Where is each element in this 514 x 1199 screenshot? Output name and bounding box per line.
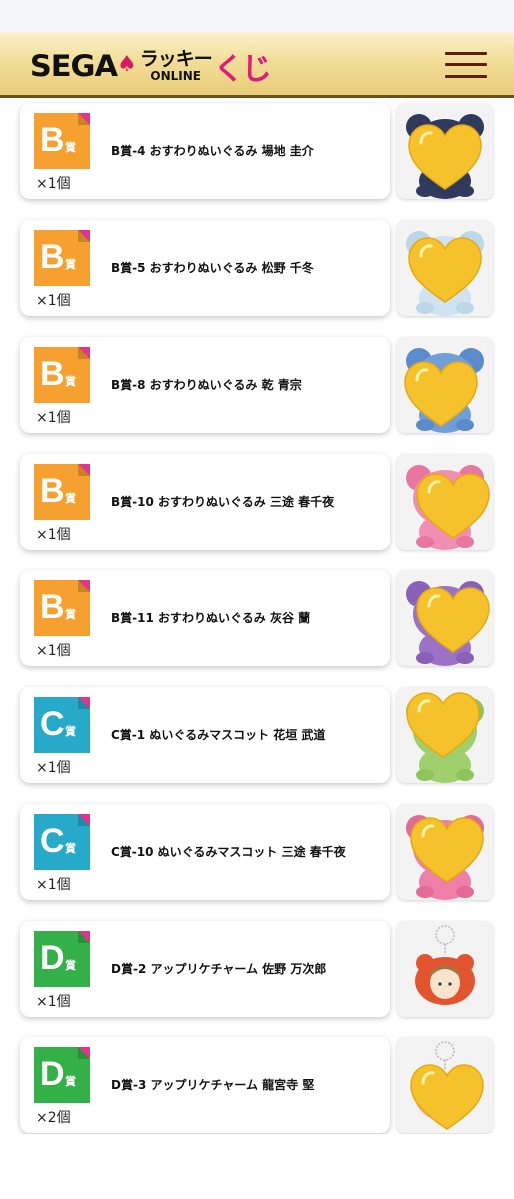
grade-suffix: 賞 (65, 725, 76, 738)
prize-list: B 賞 ×1個 B賞-4 おすわりぬいぐるみ 場地 圭介 B 賞 ×1個 B賞-5 おすわりぬ… (0, 101, 514, 1134)
grade-badge: C賞 (34, 814, 90, 870)
status-bar (0, 0, 514, 32)
prize-card[interactable]: D 賞 ×1個 D賞-2 アップリケチャーム 佐野 万次郎 (20, 921, 390, 1017)
page-bottom (0, 1134, 514, 1199)
logo-online-text: ONLINE (150, 69, 201, 83)
mascot-green-bear-image (397, 687, 493, 783)
grade-suffix: 賞 (65, 1075, 76, 1088)
prize-row[interactable]: B 賞 ×1個 B賞-11 おすわりぬいぐるみ 灰谷 蘭 (0, 570, 514, 667)
prize-quantity: ×1個 (36, 410, 71, 426)
grade-suffix: 賞 (65, 141, 76, 154)
prize-thumbnail[interactable] (397, 804, 493, 900)
grade-suffix: 賞 (65, 375, 76, 388)
prize-thumbnail[interactable] (397, 570, 493, 666)
grade-letter: B (40, 588, 65, 626)
prize-row[interactable]: D 賞 ×1個 D賞-2 アップリケチャーム 佐野 万次郎 (0, 921, 514, 1018)
charm-orange-bear-image (397, 921, 493, 1017)
plush-navy-bear-image (397, 103, 493, 199)
sega-lucky-kuji-logo[interactable]: SEGA ♠ ラッキー ONLINE くじ (29, 48, 272, 87)
grade-letter: B (40, 472, 65, 510)
prize-thumbnail[interactable] (397, 103, 493, 199)
prize-quantity: ×1個 (36, 176, 71, 192)
prize-card[interactable]: C 賞 ×1個 C賞-1 ぬいぐるみマスコット 花垣 武道 (20, 687, 390, 783)
prize-row[interactable]: D 賞 ×2個 D賞-3 アップリケチャーム 龍宮寺 堅 (0, 1037, 514, 1134)
prize-row[interactable]: B 賞 ×1個 B賞-10 おすわりぬいぐるみ 三途 春千夜 (0, 454, 514, 551)
grade-letter: B (40, 121, 65, 159)
grade-letter: C (40, 705, 65, 743)
prize-name: B賞-5 おすわりぬいぐるみ 松野 千冬 (111, 261, 314, 275)
grade-suffix: 賞 (65, 959, 76, 972)
plush-pink-bear-image (397, 454, 493, 550)
prize-thumbnail[interactable] (397, 220, 493, 316)
prize-thumbnail[interactable] (397, 921, 493, 1017)
prize-card[interactable]: B 賞 ×1個 B賞-8 おすわりぬいぐるみ 乾 青宗 (20, 337, 390, 433)
grade-badge: D賞 (34, 931, 90, 987)
prize-row[interactable]: B 賞 ×1個 B賞-8 おすわりぬいぐるみ 乾 青宗 (0, 337, 514, 434)
grade-badge: B賞 (34, 464, 90, 520)
grade-badge: B賞 (34, 580, 90, 636)
logo-brand: SEGA (29, 49, 118, 83)
mascot-pink-bear-image (397, 804, 493, 900)
prize-thumbnail[interactable] (397, 337, 493, 433)
site-header: SEGA ♠ ラッキー ONLINE くじ (0, 32, 514, 98)
prize-card[interactable]: B 賞 ×1個 B賞-4 おすわりぬいぐるみ 場地 圭介 (20, 103, 390, 199)
prize-quantity: ×1個 (36, 643, 71, 659)
prize-row[interactable]: C 賞 ×1個 C賞-10 ぬいぐるみマスコット 三途 春千夜 (0, 804, 514, 901)
grade-badge: D賞 (34, 1047, 90, 1103)
prize-quantity: ×1個 (36, 293, 71, 309)
prize-quantity: ×1個 (36, 994, 71, 1010)
prize-card[interactable]: B 賞 ×1個 B賞-11 おすわりぬいぐるみ 灰谷 蘭 (20, 570, 390, 666)
grade-suffix: 賞 (65, 258, 76, 271)
prize-card[interactable]: B 賞 ×1個 B賞-10 おすわりぬいぐるみ 三途 春千夜 (20, 454, 390, 550)
prize-name: C賞-1 ぬいぐるみマスコット 花垣 武道 (111, 728, 326, 742)
grade-badge: B賞 (34, 347, 90, 403)
prize-quantity: ×1個 (36, 760, 71, 776)
prize-thumbnail[interactable] (397, 1037, 493, 1133)
logo-kuji-text: くじ (213, 52, 272, 87)
grade-letter: B (40, 238, 65, 276)
plush-purple-bear-image (397, 570, 493, 666)
prize-thumbnail[interactable] (397, 687, 493, 783)
logo-lucky-text: ラッキー (139, 48, 213, 70)
spade-icon: ♠ (116, 51, 137, 77)
grade-letter: D (40, 939, 65, 977)
grade-badge: B賞 (34, 113, 90, 169)
prize-thumbnail[interactable] (397, 454, 493, 550)
prize-row[interactable]: B 賞 ×1個 B賞-5 おすわりぬいぐるみ 松野 千冬 (0, 220, 514, 317)
prize-name: B賞-11 おすわりぬいぐるみ 灰谷 蘭 (111, 611, 311, 625)
prize-name: D賞-3 アップリケチャーム 龍宮寺 堅 (111, 1078, 315, 1092)
prize-row[interactable]: C 賞 ×1個 C賞-1 ぬいぐるみマスコット 花垣 武道 (0, 687, 514, 784)
grade-letter: C (40, 822, 65, 860)
grade-suffix: 賞 (65, 492, 76, 505)
prize-row[interactable]: B 賞 ×1個 B賞-4 おすわりぬいぐるみ 場地 圭介 (0, 103, 514, 200)
plush-blue-bear-image (397, 337, 493, 433)
prize-card[interactable]: D 賞 ×2個 D賞-3 アップリケチャーム 龍宮寺 堅 (20, 1037, 390, 1133)
prize-name: B賞-8 おすわりぬいぐるみ 乾 青宗 (111, 378, 302, 392)
hamburger-menu-icon[interactable] (445, 50, 487, 80)
prize-name: B賞-10 おすわりぬいぐるみ 三途 春千夜 (111, 495, 335, 509)
prize-quantity: ×1個 (36, 527, 71, 543)
plush-light-blue-bear-image (397, 220, 493, 316)
grade-letter: D (40, 1055, 65, 1093)
grade-badge: C賞 (34, 697, 90, 753)
grade-letter: B (40, 355, 65, 393)
prize-quantity: ×1個 (36, 877, 71, 893)
logo-lucky-online: ラッキー ONLINE (139, 48, 213, 83)
prize-card[interactable]: B 賞 ×1個 B賞-5 おすわりぬいぐるみ 松野 千冬 (20, 220, 390, 316)
charm-pink-bear-image (397, 1037, 493, 1133)
prize-card[interactable]: C 賞 ×1個 C賞-10 ぬいぐるみマスコット 三途 春千夜 (20, 804, 390, 900)
grade-badge: B賞 (34, 230, 90, 286)
grade-suffix: 賞 (65, 608, 76, 621)
prize-name: B賞-4 おすわりぬいぐるみ 場地 圭介 (111, 144, 314, 158)
prize-quantity: ×2個 (36, 1110, 71, 1126)
prize-name: C賞-10 ぬいぐるみマスコット 三途 春千夜 (111, 845, 346, 859)
grade-suffix: 賞 (65, 842, 76, 855)
prize-name: D賞-2 アップリケチャーム 佐野 万次郎 (111, 962, 327, 976)
